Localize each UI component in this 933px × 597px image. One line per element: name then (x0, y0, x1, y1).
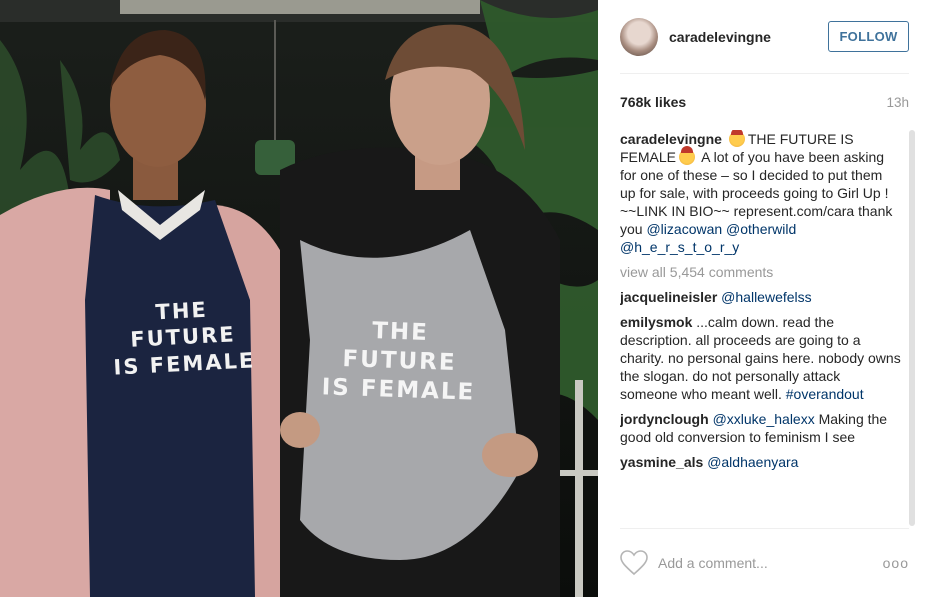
comment-username[interactable]: jacquelineisler (620, 289, 717, 305)
caption-mention[interactable]: @lizacowan (646, 221, 722, 237)
comment-mention[interactable]: @hallewefelss (721, 289, 811, 305)
comments-scrollbar[interactable] (909, 130, 915, 528)
comments-list[interactable]: caradelevingne THE FUTURE IS FEMALE A lo… (620, 130, 915, 528)
post-side-panel: caradelevingne FOLLOW 768k likes 13h car… (598, 0, 933, 597)
header-username[interactable]: caradelevingne (669, 29, 771, 45)
post-header: caradelevingne FOLLOW (620, 0, 909, 74)
avatar[interactable] (620, 17, 658, 56)
comment-username[interactable]: emilysmok (620, 314, 692, 330)
likes-count[interactable]: 768k likes (620, 94, 686, 110)
comment-username[interactable]: jordynclough (620, 411, 709, 427)
comment-item: jordynclough @xxluke_halexx Making the g… (620, 410, 915, 446)
comment-username[interactable]: yasmine_als (620, 454, 703, 470)
view-all-comments-link[interactable]: view all 5,454 comments (620, 263, 915, 281)
lion-emoji-icon (679, 146, 696, 165)
scrollbar-thumb[interactable] (909, 130, 915, 526)
caption-mention[interactable]: @otherwild (726, 221, 796, 237)
photo-scene (0, 0, 598, 597)
left-shirt-text: THE FUTURE IS FEMALE (112, 297, 256, 380)
follow-button[interactable]: FOLLOW (828, 21, 909, 52)
comment-item: yasmine_als @aldhaenyara (620, 453, 915, 471)
caption-mention[interactable]: @h_e_r_s_t_o_r_y (620, 239, 739, 255)
lion-emoji-icon (728, 130, 745, 147)
comment-mention[interactable]: @xxluke_halexx (713, 411, 815, 427)
post-time[interactable]: 13h (886, 95, 909, 110)
person-right (280, 24, 560, 597)
comment-mention[interactable]: @aldhaenyara (707, 454, 798, 470)
right-shirt-text: THE FUTURE IS FEMALE (321, 318, 476, 406)
add-comment-input[interactable] (658, 555, 883, 571)
caption-username[interactable]: caradelevingne (620, 131, 722, 147)
add-comment-bar: ooo (620, 528, 909, 597)
comment-item: jacquelineisler @hallewefelss (620, 288, 915, 306)
comment-hashtag[interactable]: #overandout (786, 386, 864, 402)
post-meta: 768k likes 13h (620, 74, 909, 130)
more-options-icon[interactable]: ooo (883, 555, 909, 571)
caption: caradelevingne THE FUTURE IS FEMALE A lo… (620, 130, 915, 256)
heart-icon[interactable] (620, 550, 648, 576)
post-photo: THE FUTURE IS FEMALE THE FUTURE IS FEMAL… (0, 0, 598, 597)
comment-item: emilysmok ...calm down. read the descrip… (620, 313, 915, 403)
